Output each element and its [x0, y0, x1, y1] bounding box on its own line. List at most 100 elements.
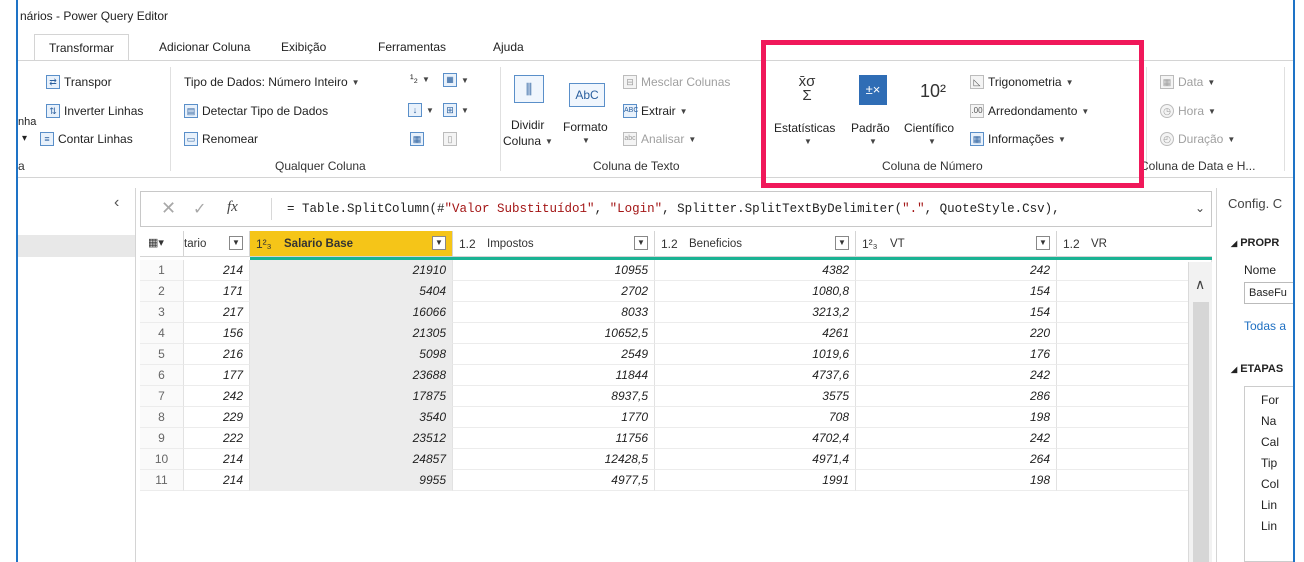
- step-item[interactable]: Lin: [1261, 519, 1277, 533]
- table-cell[interactable]: 3575: [655, 386, 856, 407]
- table-row[interactable]: 4 156 21305 10652,5 4261 220: [140, 323, 1212, 344]
- chevron-down-icon[interactable]: ▼: [1036, 236, 1050, 250]
- table-cell[interactable]: 220: [856, 323, 1057, 344]
- column-header[interactable]: 1.2 Beneficios ▼: [655, 231, 856, 257]
- table-row[interactable]: 7 242 17875 8937,5 3575 286: [140, 386, 1212, 407]
- fill-icon[interactable]: ↓ ▼: [408, 103, 434, 117]
- table-cell[interactable]: 156: [184, 323, 250, 344]
- chevron-down-icon[interactable]: ▼: [634, 236, 648, 250]
- row-index[interactable]: 8: [140, 407, 184, 428]
- table-cell[interactable]: 198: [856, 470, 1057, 491]
- chevron-down-icon[interactable]: ▼: [835, 236, 849, 250]
- table-cell[interactable]: 1770: [453, 407, 655, 428]
- table-cell[interactable]: 154: [856, 281, 1057, 302]
- step-item[interactable]: Lin: [1261, 498, 1277, 512]
- table-cell[interactable]: 4261: [655, 323, 856, 344]
- formula-text[interactable]: = Table.SplitColumn(#"Valor Substituído1…: [287, 202, 1060, 216]
- table-cell[interactable]: 5404: [250, 281, 453, 302]
- table-row[interactable]: 10 214 24857 12428,5 4971,4 264: [140, 449, 1212, 470]
- column-header[interactable]: 1.2 Impostos ▼: [453, 231, 655, 257]
- row-index[interactable]: 9: [140, 428, 184, 449]
- hora-button[interactable]: ◷ Hora ▼: [1160, 104, 1216, 118]
- chevron-down-icon[interactable]: ▼: [432, 236, 446, 250]
- table-cell[interactable]: 154: [856, 302, 1057, 323]
- table-cell[interactable]: 16066: [250, 302, 453, 323]
- table-cell[interactable]: 23688: [250, 365, 453, 386]
- column-header[interactable]: tario ▼: [184, 231, 250, 257]
- table-cell[interactable]: 216: [184, 344, 250, 365]
- row-index[interactable]: 6: [140, 365, 184, 386]
- table-cell[interactable]: 171: [184, 281, 250, 302]
- row-index[interactable]: 11: [140, 470, 184, 491]
- table-cell[interactable]: 242: [856, 428, 1057, 449]
- analisar-button[interactable]: abc Analisar ▼: [623, 132, 696, 146]
- table-cell[interactable]: 1991: [655, 470, 856, 491]
- table-cell[interactable]: 198: [856, 407, 1057, 428]
- row-index[interactable]: 1: [140, 260, 184, 281]
- table-row[interactable]: 2 171 5404 2702 1080,8 154: [140, 281, 1212, 302]
- step-item[interactable]: Col: [1261, 477, 1279, 491]
- check-icon[interactable]: ✓: [193, 199, 206, 219]
- table-cell[interactable]: 214: [184, 449, 250, 470]
- formula-bar[interactable]: ✕ ✓ fx = Table.SplitColumn(#"Valor Subst…: [140, 191, 1212, 227]
- table-cell[interactable]: 21305: [250, 323, 453, 344]
- row-index[interactable]: 2: [140, 281, 184, 302]
- table-menu-icon[interactable]: ▦▾: [140, 231, 184, 257]
- table-cell[interactable]: 10955: [453, 260, 655, 281]
- table-cell[interactable]: 4971,4: [655, 449, 856, 470]
- tab-exibicao[interactable]: Exibição: [281, 40, 326, 54]
- table-cell[interactable]: 3540: [250, 407, 453, 428]
- inverter-linhas-button[interactable]: ⇅ Inverter Linhas: [46, 104, 143, 118]
- step-item[interactable]: Tip: [1261, 456, 1277, 470]
- table-cell[interactable]: 176: [856, 344, 1057, 365]
- table-cell[interactable]: 23512: [250, 428, 453, 449]
- row-index[interactable]: 3: [140, 302, 184, 323]
- table-cell[interactable]: 217: [184, 302, 250, 323]
- scroll-up-icon[interactable]: ∧: [1195, 276, 1205, 293]
- step-item[interactable]: Na: [1261, 414, 1276, 428]
- table-cell[interactable]: 214: [184, 260, 250, 281]
- table-cell[interactable]: 8937,5: [453, 386, 655, 407]
- duracao-button[interactable]: ◴ Duração ▼: [1160, 132, 1235, 146]
- name-input[interactable]: BaseFu: [1244, 282, 1293, 304]
- table-cell[interactable]: 5098: [250, 344, 453, 365]
- table-cell[interactable]: 17875: [250, 386, 453, 407]
- table-row[interactable]: 3 217 16066 8033 3213,2 154: [140, 302, 1212, 323]
- table-row[interactable]: 6 177 23688 11844 4737,6 242: [140, 365, 1212, 386]
- tab-transformar[interactable]: Transformar: [34, 34, 129, 61]
- table-cell[interactable]: 222: [184, 428, 250, 449]
- dividir-coluna-button[interactable]: Dividir: [511, 118, 544, 132]
- tab-adicionar-coluna[interactable]: Adicionar Coluna: [159, 40, 250, 54]
- dividir-coluna-button-label[interactable]: Coluna ▼: [503, 134, 553, 148]
- convert-list-icon[interactable]: ▯: [443, 132, 457, 146]
- row-index[interactable]: 7: [140, 386, 184, 407]
- table-cell[interactable]: 242: [184, 386, 250, 407]
- table-cell[interactable]: 242: [856, 365, 1057, 386]
- table-cell[interactable]: 2549: [453, 344, 655, 365]
- column-header[interactable]: 1²₃ VT ▼: [856, 231, 1057, 257]
- step-item[interactable]: Cal: [1261, 435, 1279, 449]
- chevron-down-icon[interactable]: ▼: [582, 136, 590, 145]
- table-cell[interactable]: 3213,2: [655, 302, 856, 323]
- table-cell[interactable]: 4737,6: [655, 365, 856, 386]
- chevron-down-icon[interactable]: ▾: [22, 133, 27, 144]
- table-cell[interactable]: 10652,5: [453, 323, 655, 344]
- formato-button[interactable]: Formato: [563, 120, 608, 134]
- table-cell[interactable]: 264: [856, 449, 1057, 470]
- section-steps[interactable]: ◢ ETAPAS: [1231, 363, 1283, 375]
- table-cell[interactable]: 708: [655, 407, 856, 428]
- renomear-button[interactable]: ▭ Renomear: [184, 132, 258, 146]
- replace-values-icon[interactable]: ▦ ▼: [443, 73, 469, 87]
- table-row[interactable]: 1 214 21910 10955 4382 242: [140, 260, 1212, 281]
- transpor-button[interactable]: ⇄ Transpor: [46, 75, 112, 89]
- tab-ajuda[interactable]: Ajuda: [493, 40, 524, 54]
- table-cell[interactable]: 4702,4: [655, 428, 856, 449]
- table-cell[interactable]: 214: [184, 470, 250, 491]
- table-cell[interactable]: 4977,5: [453, 470, 655, 491]
- column-header[interactable]: 1.2 VR: [1057, 231, 1212, 257]
- tab-ferramentas[interactable]: Ferramentas: [378, 40, 446, 54]
- tipo-de-dados-dropdown[interactable]: Tipo de Dados: Número Inteiro ▼: [184, 75, 360, 89]
- table-cell[interactable]: 229: [184, 407, 250, 428]
- scroll-thumb[interactable]: [1193, 302, 1209, 562]
- pivot-icon[interactable]: ⊞ ▼: [443, 103, 469, 117]
